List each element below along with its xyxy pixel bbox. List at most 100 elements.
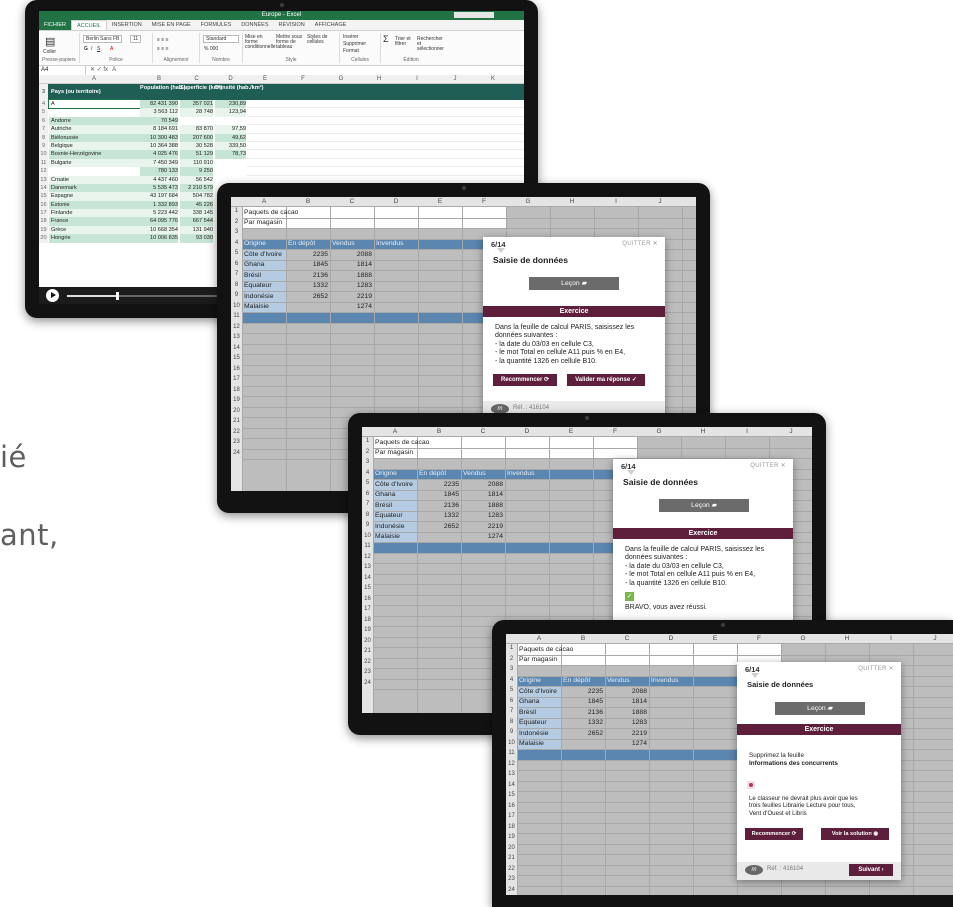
delete-button[interactable]: Supprimer: [343, 41, 366, 47]
underline-icon[interactable]: S: [97, 46, 100, 52]
cell-area[interactable]: 504 782: [180, 192, 213, 201]
header-cell[interactable]: Vendus: [607, 676, 630, 685]
number-format-select[interactable]: Standard: [203, 35, 239, 43]
column-header[interactable]: E: [549, 427, 593, 436]
cell-density[interactable]: 230,89: [215, 100, 246, 109]
paste-button[interactable]: Coller: [43, 49, 56, 55]
column-header[interactable]: I: [725, 427, 769, 436]
cell-country[interactable]: France: [49, 217, 141, 226]
cell-population[interactable]: 5 223 442: [140, 209, 178, 218]
cell-density[interactable]: 339,50: [215, 141, 246, 151]
cell-origin[interactable]: Côte d'Ivoire: [375, 480, 417, 489]
cell-population[interactable]: 8 184 691: [140, 125, 178, 134]
cell-area[interactable]: 45 226: [180, 200, 213, 210]
sum-icon[interactable]: Σ: [383, 34, 389, 44]
cell-population[interactable]: 43 197 684: [140, 192, 178, 201]
cell-origin[interactable]: Indonésie: [519, 729, 561, 738]
sheet-subtitle[interactable]: Par magasin: [519, 655, 557, 664]
cell-depot[interactable]: 2136: [417, 501, 459, 510]
cell-population[interactable]: 7 450 349: [140, 158, 178, 168]
cell-vendus[interactable]: 1274: [461, 532, 503, 541]
cell-population[interactable]: 82 431 390: [140, 100, 178, 109]
cell-population[interactable]: 4 437 460: [140, 175, 178, 184]
cell-country[interactable]: Danemark: [49, 183, 141, 193]
bold-icon[interactable]: G: [84, 46, 88, 52]
tab-donnees[interactable]: DONNÉES: [236, 20, 273, 30]
cell-country[interactable]: Bosnie-Herzégovine: [49, 150, 141, 159]
find-select-button[interactable]: Rechercher et sélectionner: [417, 37, 444, 52]
cell-country[interactable]: Grèce: [49, 225, 141, 235]
quit-button[interactable]: QUITTER ✕: [750, 462, 786, 469]
sheet-title[interactable]: Paquets de cacao: [244, 208, 298, 217]
cell-population[interactable]: 64 095 776: [140, 217, 178, 226]
header-cell[interactable]: Vendus: [463, 469, 486, 478]
lesson-button[interactable]: Leçon ▰: [659, 499, 749, 512]
column-header[interactable]: K: [475, 75, 511, 83]
cell-area[interactable]: 131 940: [180, 225, 213, 235]
cell-origin[interactable]: Malaisie: [519, 739, 561, 748]
cell-depot[interactable]: 2652: [417, 522, 459, 531]
cell-country[interactable]: Hongrie: [49, 234, 141, 243]
column-header[interactable]: C: [461, 427, 505, 436]
column-header[interactable]: J: [437, 75, 473, 83]
cell-origin[interactable]: Malaisie: [244, 302, 286, 311]
cell-population[interactable]: 10 364 388: [140, 141, 178, 151]
lesson-button[interactable]: Leçon ▰: [529, 277, 619, 290]
cell-population[interactable]: 70 549: [140, 116, 178, 126]
cell-styles-button[interactable]: Styles de cellules: [307, 35, 335, 45]
cell-country[interactable]: Finlande: [49, 209, 141, 218]
header-cell[interactable]: Origine: [519, 676, 541, 685]
column-header[interactable]: B: [286, 197, 330, 206]
tab-affichage[interactable]: AFFICHAGE: [310, 20, 351, 30]
cell-area[interactable]: 357 021: [180, 100, 213, 109]
font-size-select[interactable]: 11: [130, 35, 142, 43]
column-header[interactable]: G: [323, 75, 359, 83]
cell-origin[interactable]: Indonésie: [375, 522, 417, 531]
cell-vendus[interactable]: 2219: [605, 729, 647, 738]
cell-vendus[interactable]: 2088: [461, 480, 503, 489]
column-header[interactable]: F: [285, 75, 321, 83]
cell-depot[interactable]: 2136: [561, 708, 603, 717]
play-icon[interactable]: [46, 289, 59, 302]
cell-density[interactable]: 97,59: [215, 125, 246, 134]
cell-area[interactable]: 2 210 579: [180, 183, 213, 193]
column-header[interactable]: J: [638, 197, 682, 206]
header-cell[interactable]: En dépôt: [288, 239, 315, 248]
column-header[interactable]: H: [681, 427, 725, 436]
cell-area[interactable]: 338 145: [180, 209, 213, 218]
header-cell[interactable]: Invendus: [376, 239, 404, 248]
font-name-select[interactable]: Berlin Sans FB: [83, 35, 123, 43]
cell-vendus[interactable]: 1274: [330, 302, 372, 311]
cell-population[interactable]: 10 006 835: [140, 234, 178, 243]
cell-area[interactable]: 30 528: [180, 141, 213, 151]
cell-density[interactable]: 78,73: [215, 150, 246, 159]
cell-origin[interactable]: Equateur: [375, 511, 417, 520]
cell-depot[interactable]: 1845: [286, 260, 328, 269]
column-header[interactable]: A: [242, 197, 286, 206]
cell-area[interactable]: 9 250: [180, 167, 213, 176]
cell-area[interactable]: 51 129: [180, 150, 213, 159]
cell-population[interactable]: 10 668 354: [140, 225, 178, 235]
cell-country[interactable]: A: [48, 98, 142, 110]
header-cell-population[interactable]: Population (hab.): [140, 85, 186, 92]
cell-country[interactable]: Autriche: [49, 125, 141, 134]
cell-origin[interactable]: Equateur: [244, 281, 286, 290]
cell-vendus[interactable]: 1888: [461, 501, 503, 510]
sheet-subtitle[interactable]: Par magasin: [375, 448, 413, 457]
cell-density[interactable]: 123,94: [215, 108, 246, 117]
cell-density[interactable]: 49,62: [215, 133, 246, 142]
column-header[interactable]: F: [593, 427, 637, 436]
font-color-icon[interactable]: A: [110, 46, 113, 52]
align-icon[interactable]: ≡ ≡ ≡: [157, 46, 169, 52]
cell-area[interactable]: 667 544: [180, 217, 213, 226]
cell-depot[interactable]: 2652: [561, 729, 603, 738]
cell-depot[interactable]: 2136: [286, 271, 328, 280]
cell-country[interactable]: Espagne: [49, 192, 141, 201]
cell-origin[interactable]: Brésil: [375, 501, 417, 510]
column-header[interactable]: C: [605, 634, 649, 643]
cell-country[interactable]: Biélorussie: [49, 133, 141, 142]
column-header[interactable]: C: [330, 197, 374, 206]
column-header[interactable]: D: [215, 75, 246, 83]
column-header[interactable]: G: [506, 197, 550, 206]
percent-icon[interactable]: % 000: [204, 46, 218, 52]
